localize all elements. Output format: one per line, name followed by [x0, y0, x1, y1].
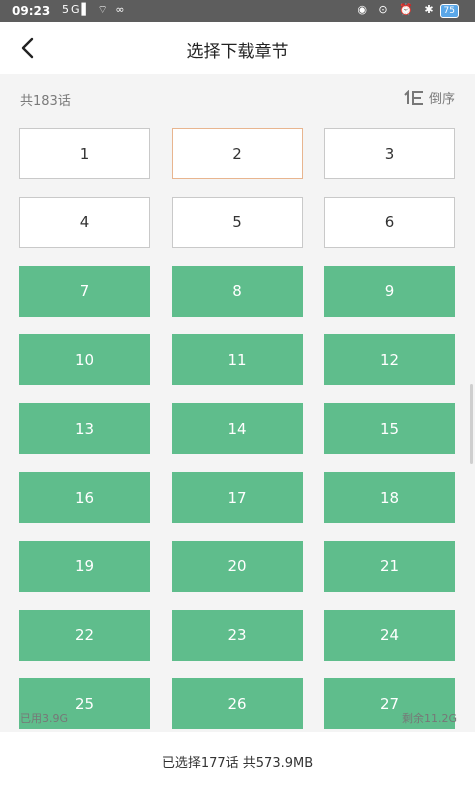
page-title: 选择下载章节 [186, 42, 289, 62]
chapter-item[interactable]: 26 [171, 678, 303, 730]
chapter-item[interactable]: 18 [324, 472, 455, 523]
chapter-item[interactable]: 11 [171, 334, 303, 386]
chapter-item[interactable]: 19 [19, 540, 150, 592]
nav-bar: 选择下载章节 [0, 22, 475, 74]
status-bar: 09:23 5G▌ ⌔ ∞ ◉ ⊙ ⏰ ✱ 75 [0, 0, 475, 22]
signal-icons: 5G▌ ⌔ ∞ [62, 3, 127, 16]
chapter-item[interactable]: 5 [171, 196, 303, 248]
scrollbar-thumb[interactable] [470, 384, 473, 464]
selection-summary: 已选择177话 共573.9MB [161, 756, 314, 771]
chapter-item[interactable]: 20 [171, 540, 303, 592]
chapter-item[interactable]: 12 [324, 334, 455, 386]
chapter-item[interactable]: 15 [324, 403, 455, 455]
chapter-item[interactable]: 22 [19, 609, 150, 661]
storage-used: 已用3.9G [20, 712, 69, 725]
status-time: 09:23 [12, 4, 51, 18]
sort-label: 倒序 [428, 92, 455, 107]
sort-order-icon [404, 89, 423, 105]
chapter-item[interactable]: 10 [19, 334, 150, 386]
total-chapter-count: 共183话 [20, 94, 71, 109]
chapter-item[interactable]: 6 [324, 196, 455, 248]
chapter-item[interactable]: 4 [19, 196, 150, 248]
storage-free: 剩余11.2G [401, 712, 457, 725]
chapter-item[interactable]: 9 [324, 265, 455, 317]
chapter-item[interactable]: 16 [19, 472, 150, 523]
chapter-item[interactable]: 14 [171, 403, 303, 455]
chapter-item[interactable]: 17 [171, 472, 303, 523]
chapter-item[interactable]: 7 [19, 265, 150, 317]
chapter-list-area[interactable]: 共183话 倒序 1 2 3 4 5 6 7 8 9 10 11 12 13 14 15 16 17 18 19 20… [0, 74, 475, 732]
system-icons-text: ◉ ⊙ ⏰ ✱ [357, 3, 438, 16]
bottom-bar: 已选择177话 共573.9MB [0, 732, 475, 800]
chapter-item[interactable]: 24 [324, 609, 455, 661]
chapter-item[interactable]: 3 [324, 128, 455, 179]
system-icons: ◉ ⊙ ⏰ ✱ 75 [357, 3, 459, 18]
sort-toggle-button[interactable]: 倒序 [403, 88, 455, 107]
chapter-item[interactable]: 21 [324, 540, 455, 592]
chapter-item[interactable]: 8 [171, 265, 303, 317]
chapter-item[interactable]: 1 [19, 128, 150, 179]
battery-icon: 75 [439, 4, 459, 18]
chapter-item[interactable]: 2 [171, 128, 303, 179]
chapter-item[interactable]: 13 [19, 403, 150, 455]
chapter-item[interactable]: 23 [171, 609, 303, 661]
